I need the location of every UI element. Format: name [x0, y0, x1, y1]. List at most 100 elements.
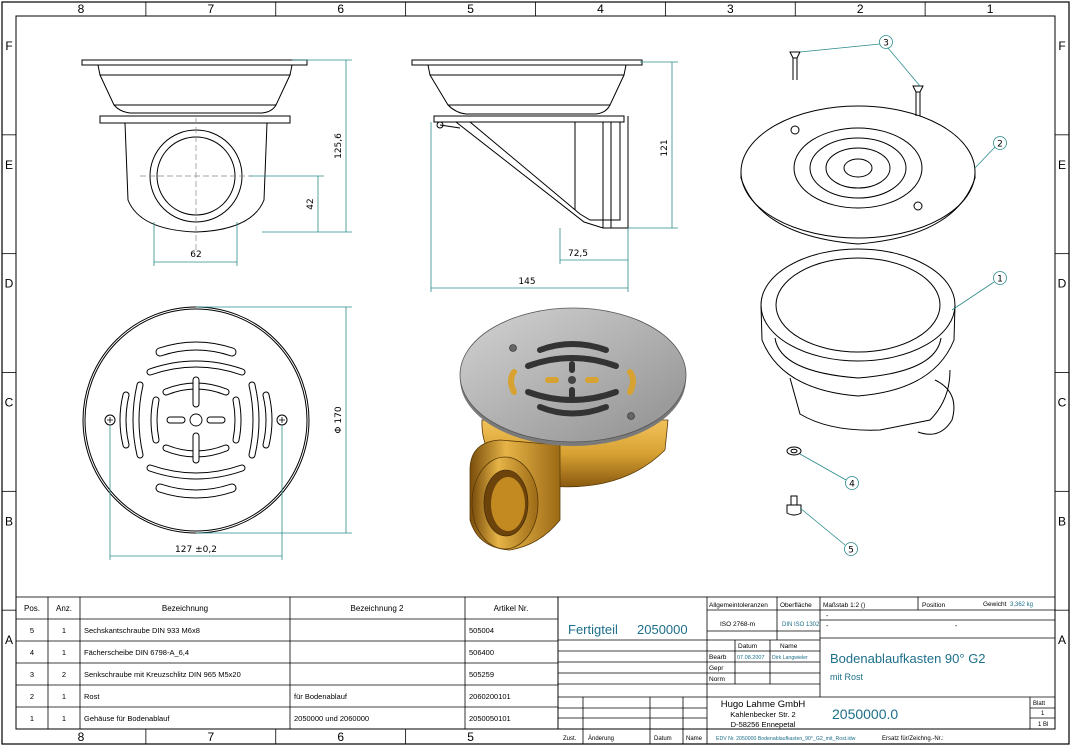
fertigteil-number: 2050000 — [637, 622, 688, 637]
oberflaeche-label: Oberfläche — [780, 602, 812, 609]
balloon-leaders — [799, 43, 997, 546]
row-label-left: A — [5, 633, 13, 647]
allg-toleranzen-label: Allgemeintoleranzen — [709, 602, 768, 609]
company-city: D-58256 Ennepetal — [731, 720, 796, 729]
row-label-right: A — [1058, 633, 1066, 647]
gepr-label: Gepr — [709, 665, 724, 672]
company-name: Hugo Lahme GmbH — [721, 699, 806, 710]
parts-cell: für Bodenablauf — [294, 692, 348, 701]
column-label-top: 3 — [727, 2, 734, 16]
parts-header: Bezeichnung — [162, 604, 208, 613]
allg-toleranzen-value: ISO 2768-m — [720, 621, 755, 628]
svg-text:4: 4 — [849, 480, 855, 490]
svg-text:1: 1 — [997, 275, 1003, 285]
row-label-left: D — [5, 277, 14, 291]
blatt-of: 1 Bl — [1038, 722, 1048, 728]
company-street: Kahlenbecker Str. 2 — [730, 710, 795, 719]
dim-front-width: 62 — [190, 250, 201, 260]
dim-plan-holes: 127 ±0,2 — [175, 545, 217, 555]
dim-side-width: 145 — [518, 277, 535, 287]
bearb-name: Dirk Langwieler — [772, 655, 808, 661]
dash-3: - — [955, 623, 958, 630]
parts-header: Artikel Nr. — [494, 604, 529, 613]
gewicht-value: 3,362 kg — [1010, 602, 1033, 608]
isometric-render — [459, 307, 687, 551]
parts-cell: 5 — [30, 626, 34, 635]
parts-cell: Rost — [84, 692, 100, 701]
row-label-right: F — [1058, 39, 1065, 53]
plan-view — [82, 306, 310, 534]
balloon-4: 4 — [845, 476, 859, 490]
grate-slots — [119, 341, 273, 499]
drawing-subtitle: mit Rost — [830, 672, 864, 682]
parts-cell: Sechskantschraube DIN 933 M6x8 — [84, 626, 200, 635]
parts-cell: 505259 — [469, 670, 494, 679]
column-label-bottom: 8 — [78, 730, 85, 744]
bearb-date: 07.08.2007 — [737, 655, 765, 661]
parts-cell: 1 — [62, 692, 66, 701]
column-label-top: 8 — [78, 2, 85, 16]
column-label-top: 1 — [987, 2, 994, 16]
aenderung-label: Änderung — [588, 735, 614, 742]
column-label-top: 5 — [467, 2, 474, 16]
column-label-bottom: 6 — [337, 730, 344, 744]
row-label-left: B — [5, 514, 13, 528]
row-label-left: C — [5, 396, 14, 410]
parts-cell: 2 — [30, 692, 34, 701]
column-label-top: 6 — [337, 2, 344, 16]
datum2-label: Datum — [654, 736, 672, 742]
plan-dimensions — [109, 306, 352, 560]
svg-text:5: 5 — [848, 546, 854, 556]
column-label-top: 7 — [207, 2, 214, 16]
balloon-5: 5 — [844, 542, 858, 556]
part-balloons: 3 2 1 4 5 — [844, 35, 1007, 556]
row-label-left: E — [5, 158, 13, 172]
parts-header: Anz. — [56, 604, 72, 613]
parts-cell: Gehäuse für Bodenablauf — [84, 714, 170, 723]
position-label: Position — [922, 602, 946, 609]
parts-cell: Fächerscheibe DIN 6798-A_6,4 — [84, 648, 189, 657]
gewicht-label: Gewicht — [983, 601, 1007, 608]
side-dimensions — [430, 61, 678, 292]
parts-header: Bezeichnung 2 — [351, 604, 404, 613]
blatt-value: 1 — [1041, 711, 1045, 717]
bearb-label: Bearb — [709, 654, 727, 661]
parts-cell: 2 — [62, 670, 66, 679]
name-label: Name — [780, 643, 798, 650]
parts-cell: 2050000 und 2060000 — [294, 714, 369, 723]
oberflaeche-value: DIN ISO 1302 — [782, 622, 820, 628]
dim-side-height: 121 — [660, 139, 670, 156]
front-dimensions — [153, 59, 352, 266]
column-label-top: 4 — [597, 2, 604, 16]
edv-number: EDV Nr. 2050000 Bodenablaufkasten_90°_G2… — [716, 736, 856, 742]
dash-2: - — [826, 623, 829, 630]
dash-1: - — [826, 613, 829, 620]
norm-label: Norm — [709, 676, 725, 683]
parts-cell: 2060200101 — [469, 692, 511, 701]
parts-cell: 1 — [62, 626, 66, 635]
row-label-right: C — [1058, 396, 1067, 410]
column-label-bottom: 7 — [207, 730, 214, 744]
side-view — [411, 59, 643, 229]
svg-text:2: 2 — [997, 140, 1003, 150]
dim-front-height: 125,6 — [334, 133, 344, 159]
datum-label: Datum — [738, 643, 757, 650]
parts-header: Pos. — [24, 604, 40, 613]
parts-cell: 4 — [30, 648, 34, 657]
title-block — [557, 596, 1056, 745]
column-label-bottom: 5 — [467, 730, 474, 744]
balloon-1: 1 — [993, 271, 1007, 285]
blatt-label: Blatt — [1033, 701, 1045, 707]
parts-list-text: Pos. Anz. Bezeichnung Bezeichnung 2 Artikel … — [24, 604, 528, 723]
drawing-sheet: 8 7 6 5 4 3 2 18 7 6 5 F FE ED DC CB BA A 62 125,6 42 — [1, 1, 1070, 745]
name2-label: Name — [686, 736, 703, 742]
parts-cell: 2050050101 — [469, 714, 511, 723]
balloon-3: 3 — [879, 35, 893, 49]
parts-cell: 1 — [62, 648, 66, 657]
dim-side-offset: 72,5 — [568, 249, 588, 259]
row-label-right: D — [1058, 277, 1067, 291]
svg-text:3: 3 — [883, 39, 889, 49]
parts-cell: 1 — [30, 714, 34, 723]
zust-label: Zust. — [563, 736, 577, 742]
ersatz-label: Ersatz für/Zeichng.-Nr.: — [882, 736, 944, 742]
